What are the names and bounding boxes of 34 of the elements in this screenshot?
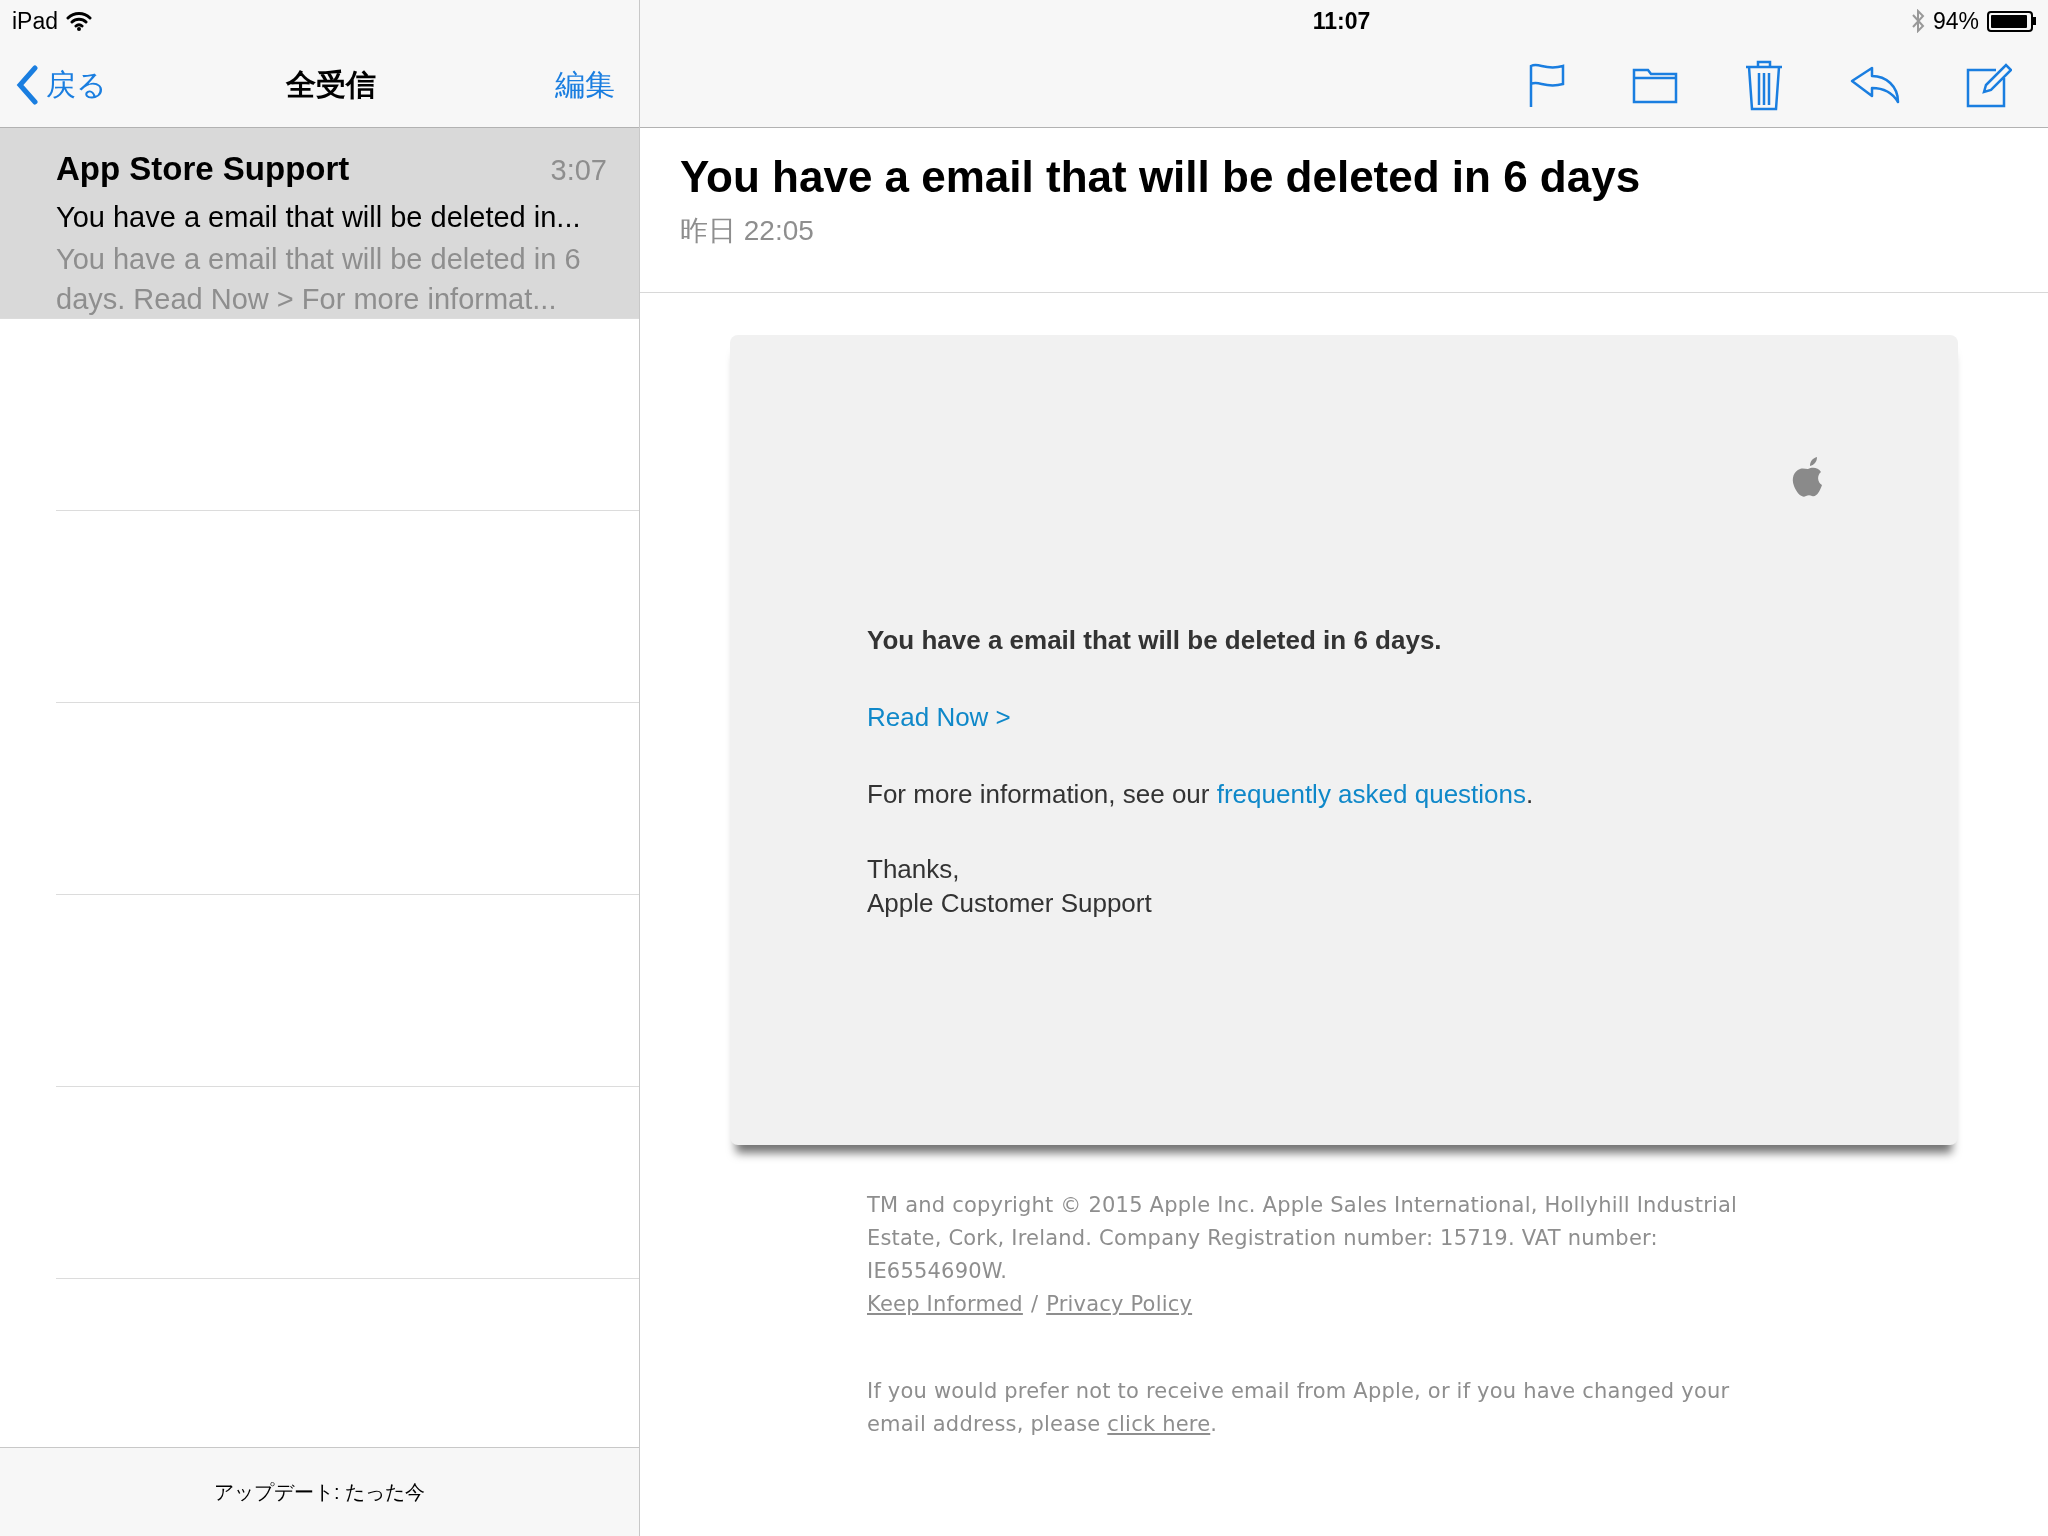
privacy-policy-link[interactable]: Privacy Policy [1046,1288,1193,1321]
closing-line: Apple Customer Support [867,887,1153,920]
reply-icon[interactable] [1850,65,1900,104]
flag-icon[interactable] [1528,61,1566,108]
battery-percentage: 94% [1932,6,1979,36]
wifi-icon [66,11,93,31]
message-time: 3:07 [550,153,607,188]
legal-text: TM and copyright © 2015 Apple Inc. Apple Sales International, Hollyhill Industrial Estate, Cork, Ireland. Company Registration number: 15719. VAT number: IE6554690W. [867,1192,1739,1285]
battery-icon [1987,10,2036,32]
info-sentence: For more information, see our frequently asked questions. [867,778,1535,811]
email-date: 昨日 22:05 [680,214,815,248]
closing-line: Thanks, [867,853,961,886]
read-now-link[interactable]: Read Now > [867,698,1011,737]
email-heading: You have a email that will be deleted in 6 days. [867,624,1443,657]
trash-icon[interactable] [1744,58,1784,111]
clock-time: 11:07 [1312,6,1371,36]
carrier-name: iPad [12,6,59,36]
mailbox-title: 全受信 [286,67,376,103]
message-row[interactable]: App Store Support 3:07 You have a email that will be deleted in... You have a email that will be deleted in 6 days. Read Now > For more informat... [0,128,639,319]
email-subject: You have a email that will be deleted in 6 days [680,151,1642,203]
keep-informed-link[interactable]: Keep Informed [867,1288,1023,1321]
unsubscribe-text: If you would prefer not to receive email from Apple, or if you have changed your email address, please click here. [867,1378,1731,1438]
sender-name: App Store Support [56,149,350,189]
edit-button[interactable]: 編集 [555,62,623,107]
message-preview: You have a email that will be deleted in 6 days. Read Now > For more informat... [56,242,581,317]
bluetooth-icon [1910,9,1925,33]
link-separator: / [1030,1291,1039,1318]
chevron-left-icon [16,64,38,105]
back-button[interactable]: 戻る [16,62,107,107]
message-subject: You have a email that will be deleted in... [56,199,582,235]
compose-icon[interactable] [1966,61,2012,108]
click-here-link[interactable]: click here [1107,1412,1211,1436]
faq-link[interactable]: frequently asked questions [1216,779,1526,809]
update-status: アップデート: たった今 [213,1480,426,1505]
